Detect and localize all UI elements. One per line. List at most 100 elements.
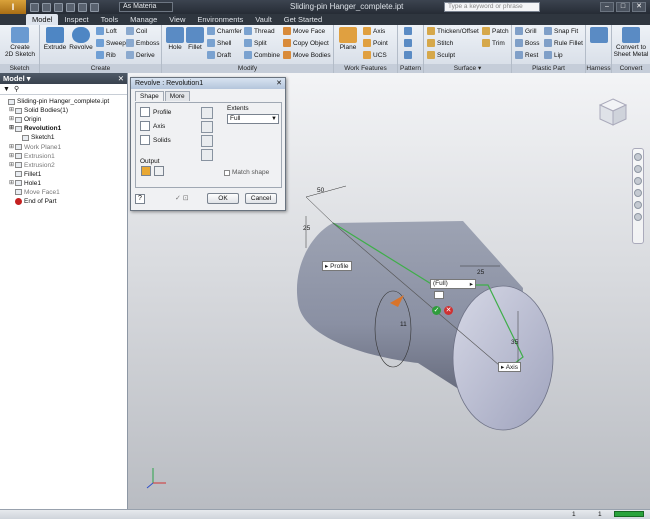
profile-tag[interactable]: ▸ Profile xyxy=(322,261,352,271)
extents-mini-toolbar[interactable]: (Full) ▸ xyxy=(430,279,476,289)
circular-pattern-button[interactable] xyxy=(404,39,412,47)
rest-button[interactable]: Rest xyxy=(515,51,538,59)
undo-icon[interactable] xyxy=(66,2,75,12)
extents-select[interactable]: Full ▼ xyxy=(227,114,279,124)
lip-button[interactable]: Lip xyxy=(544,51,563,59)
thread-button[interactable]: Thread xyxy=(244,27,275,35)
stitch-button[interactable]: Stitch xyxy=(427,39,453,47)
tree-item[interactable]: ⊞ Origin xyxy=(0,115,127,124)
tree-item[interactable]: ⊞ Hole1 xyxy=(0,179,127,188)
move-face-button[interactable]: Move Face xyxy=(283,27,325,35)
apply-icon[interactable]: ✓ xyxy=(432,306,441,315)
convert-to-sheet-metal-button[interactable]: Convert to Sheet Metal xyxy=(613,27,649,58)
trim-button[interactable]: Trim xyxy=(482,39,505,47)
new-icon[interactable] xyxy=(30,2,39,12)
cancel-button[interactable]: Cancel xyxy=(245,193,277,204)
derive-button[interactable]: Derive xyxy=(126,51,155,59)
profile-selector[interactable]: Profile xyxy=(140,107,171,117)
mirror-button[interactable] xyxy=(404,51,412,59)
flip-direction-icon[interactable] xyxy=(434,291,444,299)
filter-icon[interactable]: ▼ xyxy=(3,86,10,93)
combine-button[interactable]: Combine xyxy=(244,51,280,59)
shell-button[interactable]: Shell xyxy=(207,39,231,47)
extrude-button[interactable]: Extrude xyxy=(43,27,67,51)
tree-item[interactable]: End of Part xyxy=(0,197,127,206)
ok-button[interactable]: OK xyxy=(207,193,239,204)
zoom-icon[interactable] xyxy=(634,177,642,185)
search-input[interactable]: Type a keyword or phrase xyxy=(444,2,540,12)
dimension-35[interactable]: 35 xyxy=(511,339,518,346)
tab-inspect[interactable]: Inspect xyxy=(58,14,94,25)
new-solid-icon[interactable] xyxy=(201,149,213,161)
tree-item[interactable]: ⊞ Extrusion1 xyxy=(0,152,127,161)
solids-selector[interactable]: Solids xyxy=(140,135,171,145)
dialog-close-icon[interactable]: ✕ xyxy=(276,78,282,89)
chamfer-button[interactable]: Chamfer xyxy=(207,27,242,35)
maximize-icon[interactable]: □ xyxy=(616,2,630,12)
application-menu-button[interactable]: I xyxy=(0,0,26,14)
plane-button[interactable]: Plane xyxy=(337,27,359,51)
help-icon[interactable]: ? xyxy=(135,194,145,204)
dimension-50[interactable]: 50 xyxy=(317,187,324,194)
thicken-offset-button[interactable]: Thicken/Offset xyxy=(427,27,479,35)
move-bodies-button[interactable]: Move Bodies xyxy=(283,51,331,59)
minimize-icon[interactable]: – xyxy=(600,2,614,12)
intersect-icon[interactable] xyxy=(201,135,213,147)
tree-item[interactable]: ⊞ Revolution1 xyxy=(0,124,127,133)
tab-shape[interactable]: Shape xyxy=(135,91,164,101)
coil-button[interactable]: Coil xyxy=(126,27,147,35)
axis-tag[interactable]: ▸ Axis xyxy=(498,362,521,372)
dimension-25-left[interactable]: 25 xyxy=(303,225,310,232)
tree-item[interactable]: ⊞ Extrusion2 xyxy=(0,161,127,170)
dimension-25-right[interactable]: 25 xyxy=(477,269,484,276)
tree-item[interactable]: Sketch1 xyxy=(0,133,127,142)
fillet-button[interactable]: Fillet xyxy=(185,27,205,51)
emboss-button[interactable]: Emboss xyxy=(126,39,159,47)
patch-button[interactable]: Patch xyxy=(482,27,509,35)
snap-fit-button[interactable]: Snap Fit xyxy=(544,27,578,35)
material-select[interactable]: As Materia xyxy=(119,2,173,12)
solid-output-icon[interactable] xyxy=(141,166,151,176)
rule-fillet-button[interactable]: Rule Fillet xyxy=(544,39,583,47)
create-2d-sketch-button[interactable]: Create 2D Sketch xyxy=(4,27,36,58)
tree-item[interactable]: Sliding-pin Hanger_complete.ipt xyxy=(0,97,127,106)
hole-button[interactable]: Hole xyxy=(165,27,185,51)
save-icon[interactable] xyxy=(54,2,63,12)
browser-close-icon[interactable]: ✕ xyxy=(118,73,124,84)
find-icon[interactable]: ⚲ xyxy=(14,85,19,93)
surface-output-icon[interactable] xyxy=(154,166,164,176)
loft-button[interactable]: Loft xyxy=(96,27,117,35)
tab-more[interactable]: More xyxy=(164,91,190,101)
sculpt-button[interactable]: Sculpt xyxy=(427,51,455,59)
tab-environments[interactable]: Environments xyxy=(191,14,249,25)
tab-get-started[interactable]: Get Started xyxy=(278,14,328,25)
cancel-icon[interactable]: ✕ xyxy=(444,306,453,315)
preview-icon[interactable]: ✓ ⊡ xyxy=(175,194,189,202)
tab-tools[interactable]: Tools xyxy=(95,14,125,25)
tree-item[interactable]: ⊞ Solid Bodies(1) xyxy=(0,106,127,115)
revolve-button[interactable]: Revolve xyxy=(68,27,94,51)
rib-button[interactable]: Rib xyxy=(96,51,116,59)
end-face[interactable] xyxy=(452,285,554,431)
tab-manage[interactable]: Manage xyxy=(124,14,163,25)
rectangular-pattern-button[interactable] xyxy=(404,27,412,35)
match-shape-box[interactable] xyxy=(224,169,230,176)
cut-icon[interactable] xyxy=(201,121,213,133)
tree-item[interactable]: ⊞ Work Plane1 xyxy=(0,142,127,151)
tree-item[interactable]: Fillet1 xyxy=(0,170,127,179)
pan-icon[interactable] xyxy=(634,165,642,173)
axis-button[interactable]: Axis xyxy=(363,27,385,35)
steering-wheel-icon[interactable] xyxy=(634,153,642,161)
boss-button[interactable]: Boss xyxy=(515,39,539,47)
draft-button[interactable]: Draft xyxy=(207,51,231,59)
match-shape-checkbox[interactable]: Match shape xyxy=(224,169,269,176)
viewcube[interactable] xyxy=(598,97,628,127)
join-icon[interactable] xyxy=(201,107,213,119)
grill-button[interactable]: Grill xyxy=(515,27,537,35)
ucs-button[interactable]: UCS xyxy=(363,51,387,59)
tab-vault[interactable]: Vault xyxy=(249,14,278,25)
axis-selector[interactable]: Axis xyxy=(140,121,165,131)
dialog-title-bar[interactable]: Revolve : Revolution1 ✕ xyxy=(131,78,285,89)
tree-item[interactable]: Move Face1 xyxy=(0,188,127,197)
tab-model[interactable]: Model xyxy=(26,14,59,25)
